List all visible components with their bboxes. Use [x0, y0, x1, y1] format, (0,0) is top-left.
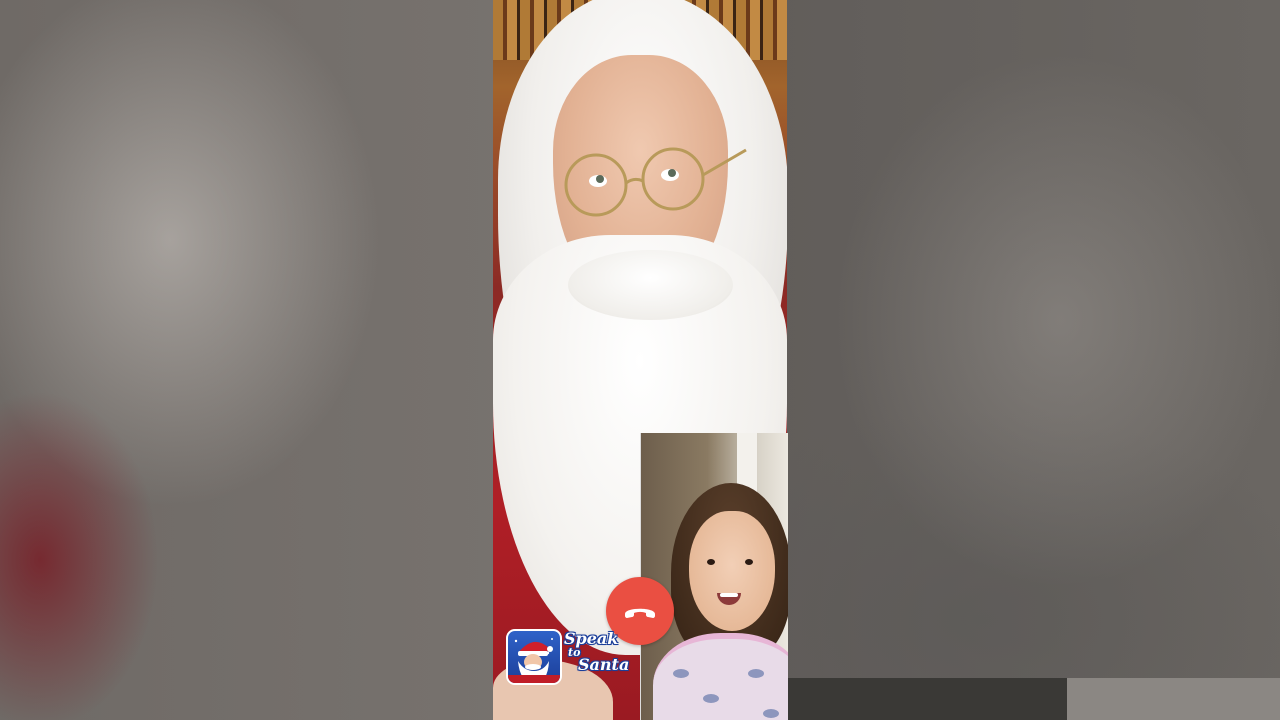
speak-to-santa-logo: Speak to Santa — [506, 628, 632, 686]
glasses-icon — [564, 147, 747, 217]
santa-icon — [506, 629, 562, 685]
child-pajamas — [653, 633, 788, 720]
santa-mustache — [568, 250, 733, 320]
child-eye-right — [745, 559, 753, 565]
phone-hangup-icon — [625, 608, 655, 618]
child-eye-left — [707, 559, 715, 565]
child-face — [689, 511, 775, 631]
self-view-video[interactable] — [640, 433, 788, 720]
logo-wordmark: Speak to Santa — [564, 630, 634, 674]
backdrop-strip-light — [1067, 678, 1280, 720]
backdrop-strip — [787, 678, 1067, 720]
